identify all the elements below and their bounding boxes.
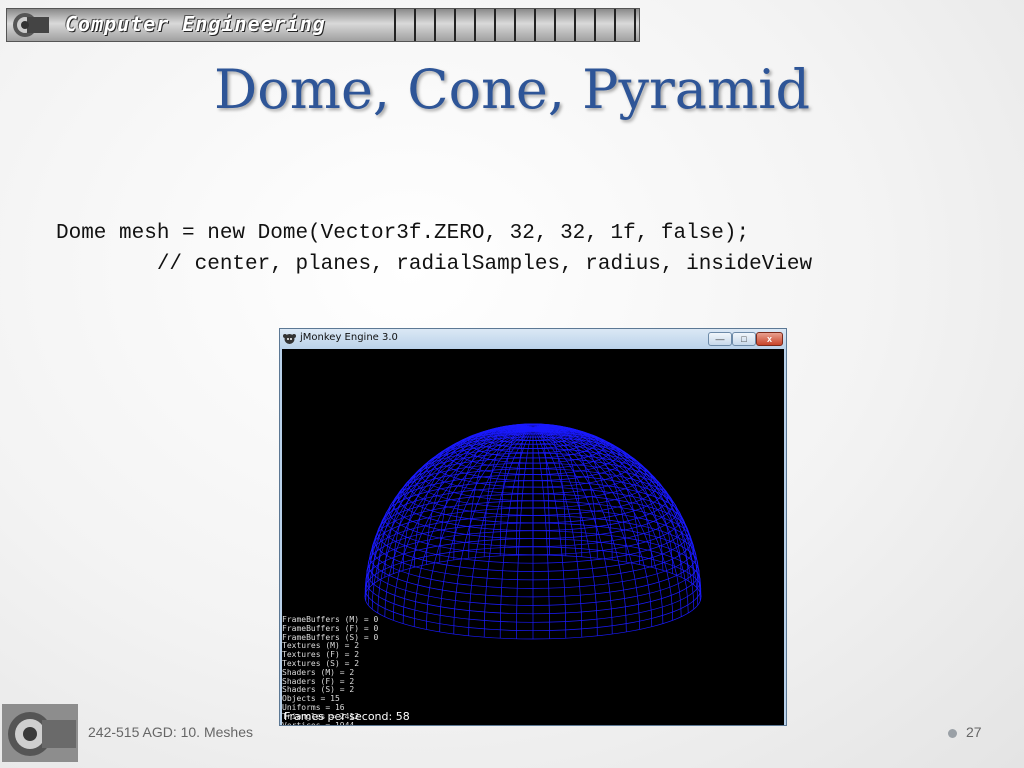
dome-meridian [516,428,534,639]
minimize-button[interactable]: — [708,332,732,346]
dome-meridian [532,428,550,639]
window-titlebar[interactable]: jMonkey Engine 3.0 — □ x [280,329,786,348]
monkey-app-icon [283,334,296,344]
render-viewport[interactable]: FrameBuffers (M) = 0 FrameBuffers (F) = 0… [282,349,784,725]
page-bullet-icon [948,729,957,738]
dome-meridian [392,428,534,621]
footer-gear-logo-icon [2,704,78,762]
fps-counter: Frames per second: 58 [284,710,410,723]
page-number: 27 [966,724,982,740]
window-title: jMonkey Engine 3.0 [300,332,398,343]
footer-course: 242-515 AGD: 10. Meshes [88,724,253,740]
close-icon: x [766,333,772,344]
stats-panel: FrameBuffers (M) = 0 FrameBuffers (F) = 0… [282,615,378,725]
code-line-2: // center, planes, radialSamples, radius… [56,253,813,276]
dome-meridian [483,428,534,638]
minimize-icon: — [715,333,725,344]
code-line-1: Dome mesh = new Dome(Vector3f.ZERO, 32, … [56,222,750,245]
header-banner: Computer Engineering [6,8,640,42]
gear-logo-icon [13,13,49,37]
code-block: Dome mesh = new Dome(Vector3f.ZERO, 32, … [56,218,812,280]
banner-stripes [394,9,636,41]
jmonkey-window: jMonkey Engine 3.0 — □ x FrameBuffers (M… [279,328,787,726]
banner-title: Computer Engineering [65,12,326,36]
maximize-button[interactable]: □ [732,332,756,346]
dome-meridian [532,428,583,638]
slide-title: Dome, Cone, Pyramid [213,58,811,121]
maximize-icon: □ [741,333,747,344]
close-button[interactable]: x [756,332,783,346]
dome-meridian [532,428,674,621]
